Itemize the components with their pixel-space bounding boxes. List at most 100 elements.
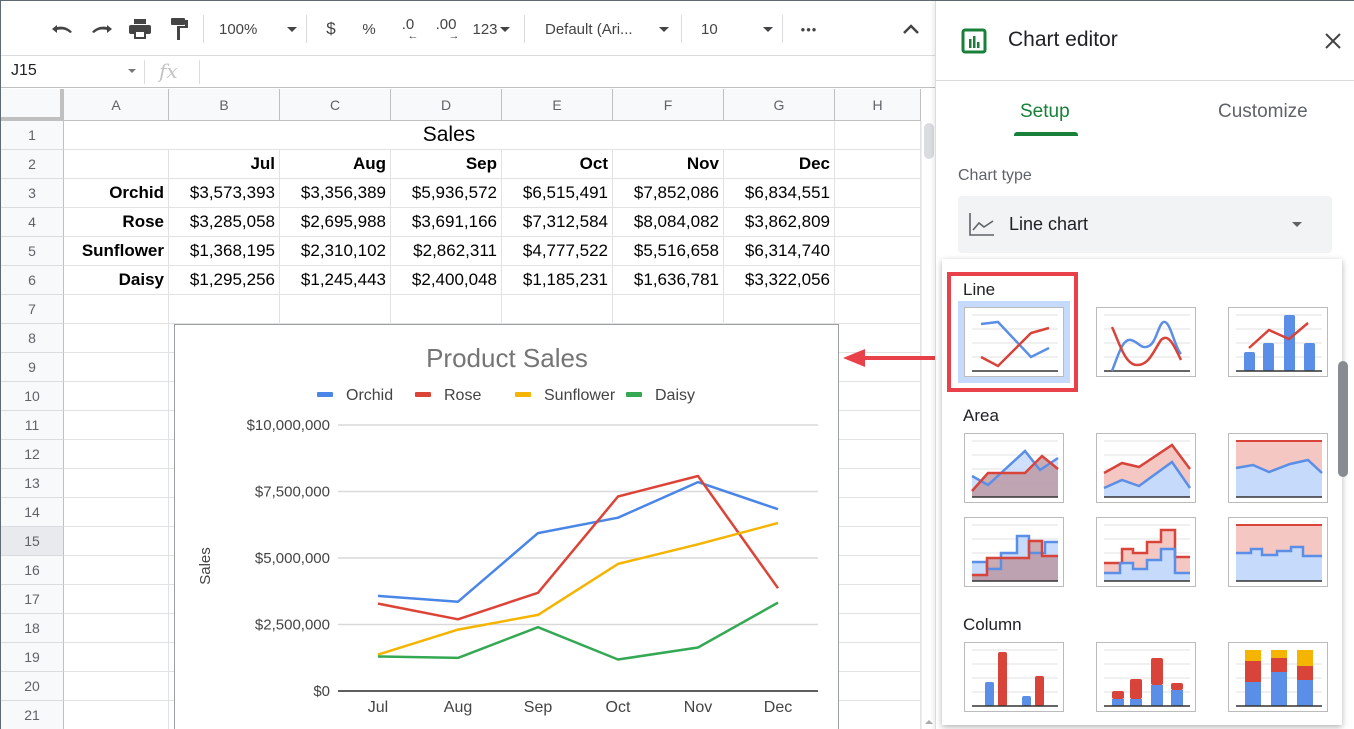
cell-h4[interactable] — [835, 208, 921, 237]
sales-value-cell[interactable]: $2,862,311 — [391, 237, 502, 266]
column-header-d[interactable]: D — [391, 89, 502, 121]
option-smooth-line-chart[interactable] — [1096, 307, 1196, 377]
name-box[interactable]: J15 — [11, 62, 136, 80]
row-header-20[interactable]: 20 — [1, 672, 64, 701]
tab-setup[interactable]: Setup — [1020, 101, 1070, 123]
option-stacked-area-chart[interactable] — [1096, 433, 1196, 503]
row-header-3[interactable]: 3 — [1, 179, 64, 208]
sales-value-cell[interactable]: $2,310,102 — [280, 237, 391, 266]
cell-a18[interactable] — [64, 614, 169, 643]
row-header-15[interactable]: 15 — [1, 527, 64, 556]
cell-f7[interactable] — [613, 295, 724, 324]
more-formats-button[interactable]: 123 — [467, 15, 515, 43]
sales-value-cell[interactable]: $7,312,584 — [502, 208, 613, 237]
cell-a16[interactable] — [64, 556, 169, 585]
row-header-6[interactable]: 6 — [1, 266, 64, 295]
cell-a19[interactable] — [64, 643, 169, 672]
cell-a13[interactable] — [64, 469, 169, 498]
row-header-8[interactable]: 8 — [1, 324, 64, 353]
cell-b7[interactable] — [169, 295, 280, 324]
row-header-9[interactable]: 9 — [1, 353, 64, 382]
column-header-f[interactable]: F — [613, 89, 724, 121]
sales-value-cell[interactable]: $1,368,195 — [169, 237, 280, 266]
sales-value-cell[interactable]: $1,185,231 — [502, 266, 613, 295]
cell-e7[interactable] — [502, 295, 613, 324]
cell-a9[interactable] — [64, 353, 169, 382]
sales-value-cell[interactable]: $2,400,048 — [391, 266, 502, 295]
decrease-decimals-button[interactable]: .0 ← — [393, 15, 423, 43]
sales-value-cell[interactable]: $5,516,658 — [613, 237, 724, 266]
cell-a7[interactable] — [64, 295, 169, 324]
cell-h20[interactable] — [835, 672, 921, 701]
row-header-4[interactable]: 4 — [1, 208, 64, 237]
product-name-cell[interactable]: Daisy — [64, 266, 169, 295]
sales-value-cell[interactable]: $6,515,491 — [502, 179, 613, 208]
column-header-a[interactable]: A — [64, 89, 169, 121]
zoom-select[interactable]: 100% — [219, 15, 297, 43]
product-name-cell[interactable]: Orchid — [64, 179, 169, 208]
dropdown-scrollbar-thumb[interactable] — [1338, 361, 1348, 477]
sales-value-cell[interactable]: $7,852,086 — [613, 179, 724, 208]
scrollbar-thumb[interactable] — [924, 123, 934, 159]
sales-value-cell[interactable]: $3,285,058 — [169, 208, 280, 237]
collapse-toolbar-button[interactable] — [897, 15, 925, 43]
row-header-21[interactable]: 21 — [1, 701, 64, 729]
row-header-18[interactable]: 18 — [1, 614, 64, 643]
option-stacked-stepped-area-chart[interactable] — [1096, 517, 1196, 587]
cell-h2[interactable] — [835, 150, 921, 179]
percent-format-button[interactable]: % — [357, 15, 381, 43]
cell-h7[interactable] — [835, 295, 921, 324]
option-stacked-column-chart[interactable] — [1096, 642, 1196, 712]
cell-a21[interactable] — [64, 701, 169, 729]
row-header-1[interactable]: 1 — [1, 121, 64, 150]
product-name-cell[interactable]: Rose — [64, 208, 169, 237]
cell-h18[interactable] — [835, 614, 921, 643]
row-header-19[interactable]: 19 — [1, 643, 64, 672]
cell-a10[interactable] — [64, 382, 169, 411]
row-header-10[interactable]: 10 — [1, 382, 64, 411]
column-header-g[interactable]: G — [724, 89, 835, 121]
sales-value-cell[interactable]: $5,936,572 — [391, 179, 502, 208]
paint-format-button[interactable] — [165, 15, 195, 43]
font-size-select[interactable]: 10 — [701, 15, 773, 43]
cell-h15[interactable] — [835, 527, 921, 556]
cell-c7[interactable] — [280, 295, 391, 324]
option-100-stacked-stepped-area-chart[interactable] — [1228, 517, 1328, 587]
cell-a14[interactable] — [64, 498, 169, 527]
row-header-11[interactable]: 11 — [1, 411, 64, 440]
cell-h3[interactable] — [835, 179, 921, 208]
cell-h11[interactable] — [835, 411, 921, 440]
option-area-chart[interactable] — [964, 433, 1064, 503]
redo-button[interactable] — [87, 15, 117, 43]
sales-value-cell[interactable]: $2,695,988 — [280, 208, 391, 237]
more-button[interactable]: ••• — [795, 15, 823, 43]
column-header-e[interactable]: E — [502, 89, 613, 121]
cell-h16[interactable] — [835, 556, 921, 585]
cell-a12[interactable] — [64, 440, 169, 469]
option-100-stacked-column-chart[interactable] — [1228, 642, 1328, 712]
row-header-16[interactable]: 16 — [1, 556, 64, 585]
close-icon[interactable] — [1323, 31, 1343, 51]
sheet-title-cell[interactable]: Sales — [64, 121, 835, 150]
cell-g7[interactable] — [724, 295, 835, 324]
sales-value-cell[interactable]: $1,295,256 — [169, 266, 280, 295]
cell-h21[interactable] — [835, 701, 921, 729]
row-header-7[interactable]: 7 — [1, 295, 64, 324]
scroll-up-arrow-icon[interactable] — [925, 720, 933, 724]
month-header-cell[interactable]: Aug — [280, 150, 391, 179]
font-family-select[interactable]: Default (Ari... — [545, 15, 669, 43]
chart-type-select[interactable]: Line chart — [958, 196, 1332, 253]
cell-h14[interactable] — [835, 498, 921, 527]
month-header-cell[interactable]: Nov — [613, 150, 724, 179]
sales-value-cell[interactable]: $3,573,393 — [169, 179, 280, 208]
vertical-scrollbar[interactable] — [921, 121, 935, 729]
cell-h17[interactable] — [835, 585, 921, 614]
cell-a11[interactable] — [64, 411, 169, 440]
cell-a20[interactable] — [64, 672, 169, 701]
sales-value-cell[interactable]: $3,862,809 — [724, 208, 835, 237]
cell-h1[interactable] — [835, 121, 921, 150]
month-header-cell[interactable]: Jul — [169, 150, 280, 179]
row-header-5[interactable]: 5 — [1, 237, 64, 266]
cell-h6[interactable] — [835, 266, 921, 295]
option-line-chart[interactable] — [958, 301, 1070, 383]
